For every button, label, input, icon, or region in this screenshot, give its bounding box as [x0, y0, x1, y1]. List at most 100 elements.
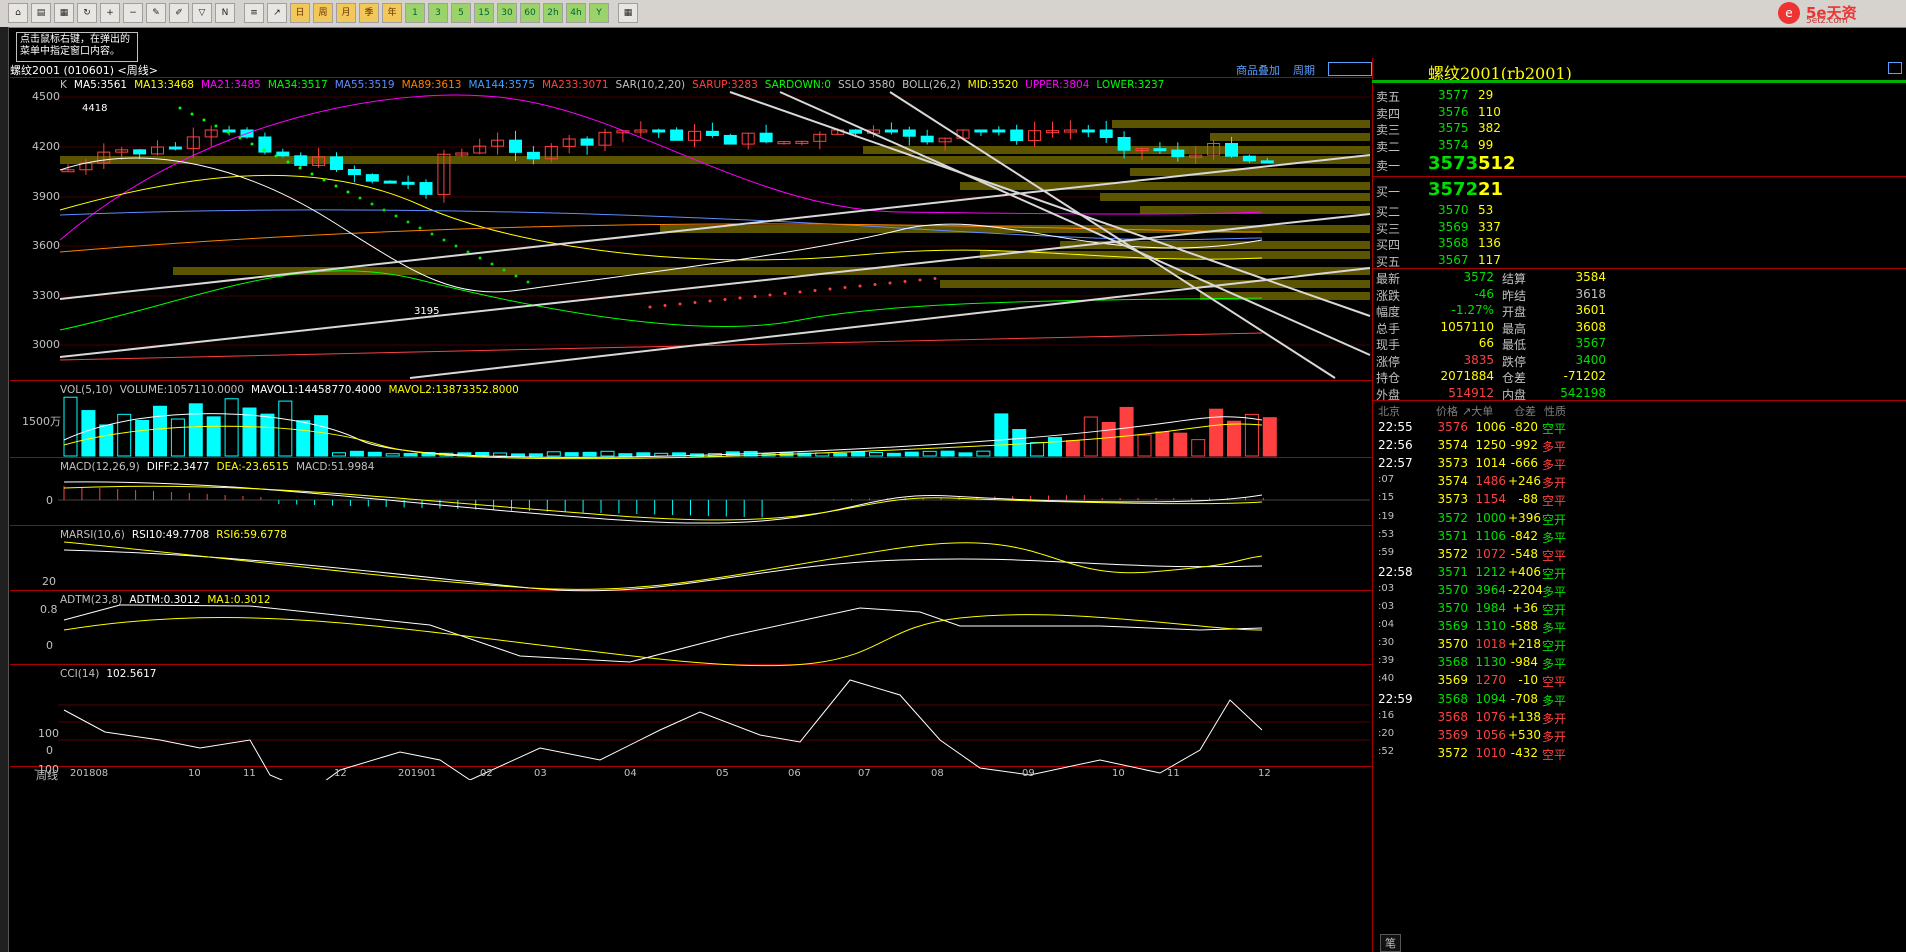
month-icon[interactable]: 月 — [336, 3, 356, 23]
volume-bar — [332, 452, 346, 457]
ma-line — [59, 94, 1263, 241]
volume-bar — [1101, 421, 1116, 457]
candle-body — [330, 156, 343, 170]
period-button[interactable]: 3 — [428, 3, 448, 23]
sar-dot — [693, 301, 697, 304]
tick-volume: 1072 — [1475, 546, 1506, 561]
filter-icon[interactable]: ▽ — [192, 3, 212, 23]
stat-value: 3400 — [1575, 352, 1606, 367]
day-icon[interactable]: 日 — [290, 3, 310, 23]
stat-value: 66 — [1478, 336, 1494, 350]
panel-toggle-icon[interactable] — [1888, 62, 1902, 74]
sar-dot — [798, 290, 802, 294]
candle-body — [276, 151, 290, 157]
tick-nature: 多开 — [1542, 476, 1567, 491]
period-button[interactable]: 4h — [566, 3, 586, 23]
trend-icon[interactable]: ↗ — [267, 3, 287, 23]
x-tick: 05 — [716, 768, 729, 779]
sar-dot — [723, 298, 727, 301]
volume-bar — [940, 450, 955, 457]
tick-price: 3571 — [1437, 564, 1468, 579]
ask-label: 卖五 — [1376, 90, 1401, 104]
tick-nature: 空开 — [1542, 566, 1567, 581]
legend-item: CCI(14) — [60, 668, 100, 680]
stat-value: -46 — [1474, 286, 1494, 301]
period-button[interactable]: 1 — [405, 3, 425, 23]
logo-icon: e — [1778, 2, 1800, 24]
sar-dot — [526, 280, 530, 284]
sar-dot — [466, 250, 470, 254]
chart-icon[interactable]: ▦ — [54, 3, 74, 23]
calendar-icon[interactable]: ▦ — [618, 3, 638, 23]
legend-item: MA21:3485 — [200, 79, 261, 91]
news-icon[interactable]: N — [215, 3, 235, 23]
year-icon[interactable]: 年 — [382, 3, 402, 23]
folder-icon[interactable]: ▤ — [31, 3, 51, 23]
sar-dot — [933, 277, 937, 280]
quarter-icon[interactable]: 季 — [359, 3, 379, 23]
legend-item: MA144:3575 — [468, 79, 535, 91]
sar-dot — [262, 148, 266, 152]
tick-volume: 1984 — [1475, 601, 1506, 615]
sar-dot — [768, 293, 772, 297]
tick-oi-change: -588 — [1510, 619, 1538, 634]
book-divider — [1372, 176, 1906, 177]
legend-item: RSI6:59.6778 — [216, 529, 287, 541]
marsi-tick: 20 — [42, 575, 56, 588]
legend-item: SARDOWN:0 — [764, 79, 831, 91]
legend-item: VOLUME:1057110.0000 — [119, 384, 245, 396]
x-axis-period: 周线 — [36, 769, 58, 782]
cci-tick: 0 — [46, 744, 53, 757]
tick-tab[interactable]: 笔 — [1380, 934, 1401, 952]
period-button[interactable]: 30 — [497, 3, 517, 23]
period-button[interactable]: 5 — [451, 3, 471, 23]
home-icon[interactable]: ⌂ — [8, 3, 28, 23]
tick-price: 3570 — [1437, 637, 1468, 652]
sar-dot — [708, 299, 712, 303]
tick-oi-change: -2204 — [1508, 582, 1543, 597]
tick-nature: 空平 — [1542, 548, 1567, 563]
candle-body — [652, 129, 666, 133]
stat-label: 现手 — [1376, 338, 1401, 352]
zoom-out-icon[interactable]: − — [123, 3, 143, 23]
volume-bar — [1173, 432, 1188, 457]
tick-oi-change: +138 — [1508, 709, 1541, 724]
sar-dot — [918, 278, 922, 282]
period-button[interactable]: Y — [589, 3, 609, 23]
bid-volume: 337 — [1478, 219, 1501, 234]
bid-label: 买三 — [1376, 221, 1401, 236]
legend-item: MAVOL2:13873352.8000 — [388, 384, 519, 396]
high-annotation: 4418 — [82, 103, 108, 114]
sar-dot — [310, 172, 314, 176]
tick-header: 性质 — [1544, 405, 1566, 418]
refresh-icon[interactable]: ↻ — [77, 3, 97, 23]
pen-icon[interactable]: ✎ — [146, 3, 166, 23]
tick-volume: 1154 — [1475, 492, 1506, 507]
x-tick: 06 — [788, 768, 801, 779]
tick-volume: 1010 — [1475, 745, 1506, 760]
legend-item: MA1:0.3012 — [207, 594, 271, 606]
stat-label: 幅度 — [1376, 305, 1401, 319]
legend-item: RSI10:49.7708 — [131, 529, 210, 541]
zoom-in-icon[interactable]: + — [100, 3, 120, 23]
draw-icon[interactable]: ✐ — [169, 3, 189, 23]
legend-item: MA5:3561 — [73, 79, 128, 91]
tick-volume: 1014 — [1475, 456, 1506, 471]
tick-nature: 空开 — [1542, 639, 1567, 654]
tick-time: 22:56 — [1378, 438, 1413, 453]
ask-volume: 382 — [1478, 121, 1501, 135]
stat-label: 最低 — [1502, 338, 1527, 352]
tick-volume: 1250 — [1475, 438, 1506, 453]
candle-body — [705, 130, 719, 136]
volume-bar — [135, 419, 150, 457]
tick-price: 3572 — [1437, 546, 1468, 561]
period-button[interactable]: 2h — [543, 3, 563, 23]
week-icon[interactable]: 周 — [313, 3, 333, 23]
table-icon[interactable]: ≡ — [244, 3, 264, 23]
sar-dot — [783, 292, 787, 295]
period-button[interactable]: 60 — [520, 3, 540, 23]
stat-label: 开盘 — [1502, 305, 1527, 319]
sar-dot — [648, 305, 652, 309]
tick-header: 仓差 — [1514, 405, 1536, 418]
period-button[interactable]: 15 — [474, 3, 494, 23]
